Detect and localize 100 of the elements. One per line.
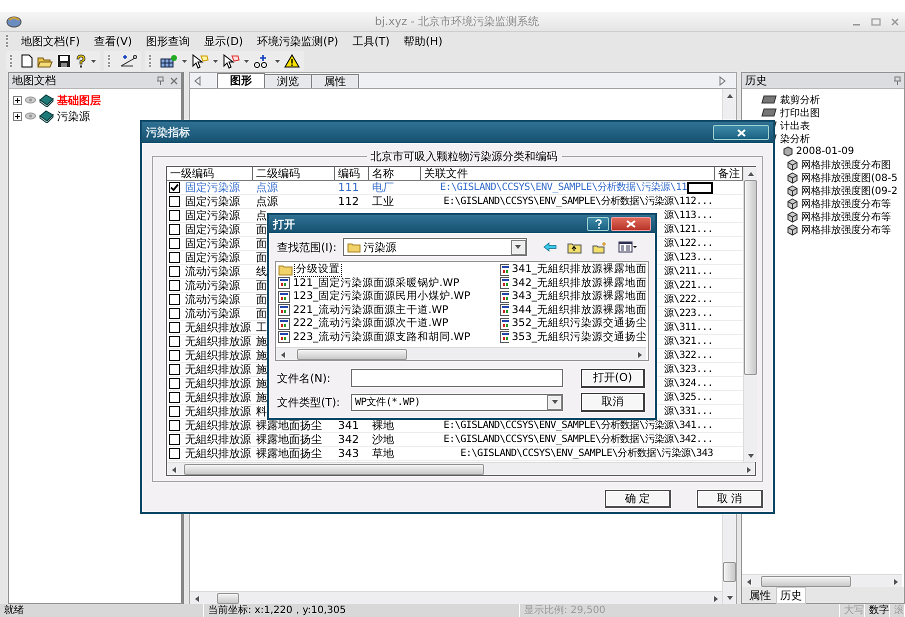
history-item[interactable]: 网格排放强度分布图: [801, 158, 891, 172]
menu-item[interactable]: 地图文档(F): [15, 34, 86, 48]
file-item[interactable]: 352_无組织污染源交通扬尘: [510, 317, 648, 330]
history-item[interactable]: 染分析: [780, 132, 810, 146]
table-cell-text: 无組织排放源: [184, 363, 251, 376]
table-cell-text: 固定污染源: [184, 209, 240, 222]
table-cell-text: 面: [255, 279, 267, 292]
table-cell-text: 112: [337, 195, 359, 208]
open-button[interactable]: 打开(O): [581, 368, 645, 388]
cancel-button[interactable]: 取消: [581, 392, 645, 412]
table-cell-text: 111: [337, 181, 359, 194]
table-cell-text: 343: [337, 447, 359, 460]
table-cell-text: 线: [255, 265, 267, 278]
file-path: 源\323...: [664, 363, 713, 376]
table-cell-text: 面: [255, 293, 267, 306]
file-item[interactable]: 222_流动污染源面源次干道.WP: [292, 317, 450, 330]
history-item[interactable]: 网格排放强度分布等: [801, 210, 891, 224]
file-type-dropdown[interactable]: WP文件(*.WP): [351, 394, 563, 410]
history-item[interactable]: 网格排放强度图(09-2: [801, 184, 898, 198]
status-text: 就绪: [0, 604, 204, 617]
table-cell-text: 无組织排放源: [184, 447, 251, 460]
history-item[interactable]: 网格排放强度分布等: [801, 222, 891, 236]
table-cell-text: 裸露地面扬尘: [255, 433, 322, 446]
file-item[interactable]: 353_无組织污染源交通扬尘: [510, 330, 648, 344]
layer-label[interactable]: 基础图层: [57, 92, 101, 108]
file-path: E:\GISLAND\CCSYS\ENV_SAMPLE\分析数据\污染源\11: [440, 181, 687, 194]
column-header[interactable]: 名称: [369, 167, 421, 180]
history-item[interactable]: 打印出图: [780, 106, 820, 120]
table-cell-text: 固定污染源: [184, 223, 240, 236]
table-cell-text: 无組织排放源: [184, 405, 251, 418]
tab[interactable]: 属性: [746, 588, 774, 602]
menu-item[interactable]: 环境污染监测(P): [251, 34, 344, 48]
file-item[interactable]: 分级设置: [295, 263, 341, 276]
menu-item[interactable]: 帮助(H): [398, 34, 448, 48]
tab[interactable]: 属性: [311, 74, 359, 88]
table-cell-text: 流动污染源: [184, 293, 240, 306]
file-item[interactable]: 123_固定污染源面源民用小煤炉.WP: [292, 290, 472, 304]
table-cell-text: 工业: [371, 195, 394, 208]
column-header[interactable]: 编码: [335, 167, 369, 180]
file-item[interactable]: 344_无組织排放源裸露地面: [510, 304, 648, 317]
tab[interactable]: 历史: [776, 586, 806, 604]
tab[interactable]: 浏览: [264, 74, 312, 88]
table-cell-text: 电厂: [371, 181, 394, 194]
dropdown-value: 污染源: [364, 240, 397, 254]
status-text: 滚: [890, 604, 905, 617]
menu-item[interactable]: 显示(D): [198, 34, 250, 48]
look-in-dropdown[interactable]: 污染源: [342, 238, 527, 256]
table-cell-text: 草地: [371, 447, 394, 460]
file-path: 源\325...: [664, 391, 713, 404]
status-text: 数字: [865, 604, 890, 617]
table-cell-text: 施: [255, 349, 267, 362]
status-text: 显示比例: 29,500: [520, 604, 840, 617]
table-cell-text: 流动污染源: [184, 307, 240, 320]
dialog-title: 污染指标: [146, 125, 191, 140]
field-label: 文件类型(T):: [277, 394, 342, 410]
file-path: 源\311...: [664, 321, 713, 334]
column-header[interactable]: 关联文件: [421, 167, 715, 180]
table-cell-text: 流动污染源: [184, 279, 240, 292]
file-item[interactable]: 343_无組织排放源裸露地面: [510, 290, 648, 304]
tab[interactable]: 图形: [217, 73, 265, 88]
group-title: 北京市可吸入颗粒物污染源分类和编码: [370, 149, 558, 164]
table-cell-text: 固定污染源: [184, 195, 240, 208]
table-cell-text: 裸地: [371, 419, 394, 432]
table-cell-text: 沙地: [371, 433, 394, 446]
panel-title: 地图文档: [12, 73, 57, 88]
history-item[interactable]: 裁剪分析: [780, 92, 820, 106]
table-cell-text: 342: [337, 433, 359, 446]
table-cell-text: 固定污染源: [184, 251, 240, 264]
table-cell-text: 固定污染源: [184, 181, 240, 194]
history-item[interactable]: 网格排放强度图(08-5: [801, 170, 898, 184]
dialog-button[interactable]: 确 定: [605, 490, 671, 508]
status-text: 当前坐标: x:1,220，y:10,305: [204, 604, 520, 617]
file-item[interactable]: 341_无組织排放源裸露地面: [510, 263, 648, 276]
column-header[interactable]: 一级编码: [167, 167, 253, 180]
table-cell-text: 无組织排放源: [184, 433, 251, 446]
table-cell-text: 点源: [255, 195, 278, 208]
file-path: 源\121...: [664, 223, 713, 236]
menu-item[interactable]: 工具(T): [346, 34, 396, 48]
menu-item[interactable]: 查看(V): [88, 34, 138, 48]
file-path: 源\324...: [664, 377, 713, 390]
file-path: 源\222...: [664, 293, 713, 306]
history-item[interactable]: 网格排放强度分布等: [801, 196, 891, 210]
table-cell-text: 无組织排放源: [184, 419, 251, 432]
table-cell-text: 无組织排放源: [184, 391, 251, 404]
table-cell-text: 工: [255, 321, 267, 334]
file-item[interactable]: 342_无組织排放源裸露地面: [510, 276, 648, 290]
history-item[interactable]: 2008-01-09: [796, 146, 854, 157]
menu-item[interactable]: 图形查询: [140, 34, 196, 48]
history-item[interactable]: 计出表: [780, 118, 810, 132]
dialog-button[interactable]: 取 消: [697, 490, 763, 508]
table-cell-text: 点: [255, 209, 267, 222]
file-path: 源\321...: [664, 335, 713, 348]
file-path: 源\211...: [664, 265, 713, 278]
layer-label[interactable]: 污染源: [57, 108, 90, 124]
dropdown-value: WP文件(*.WP): [355, 396, 420, 409]
table-cell-text: 流动污染源: [184, 265, 240, 278]
file-item[interactable]: 121_固定污染源面源采暖锅炉.WP: [292, 276, 460, 290]
file-item[interactable]: 223_流动污染源面源支路和胡同.WP: [292, 330, 472, 344]
column-header[interactable]: 二级编码: [253, 167, 335, 180]
file-item[interactable]: 221_流动污染源面源主干道.WP: [292, 304, 450, 317]
